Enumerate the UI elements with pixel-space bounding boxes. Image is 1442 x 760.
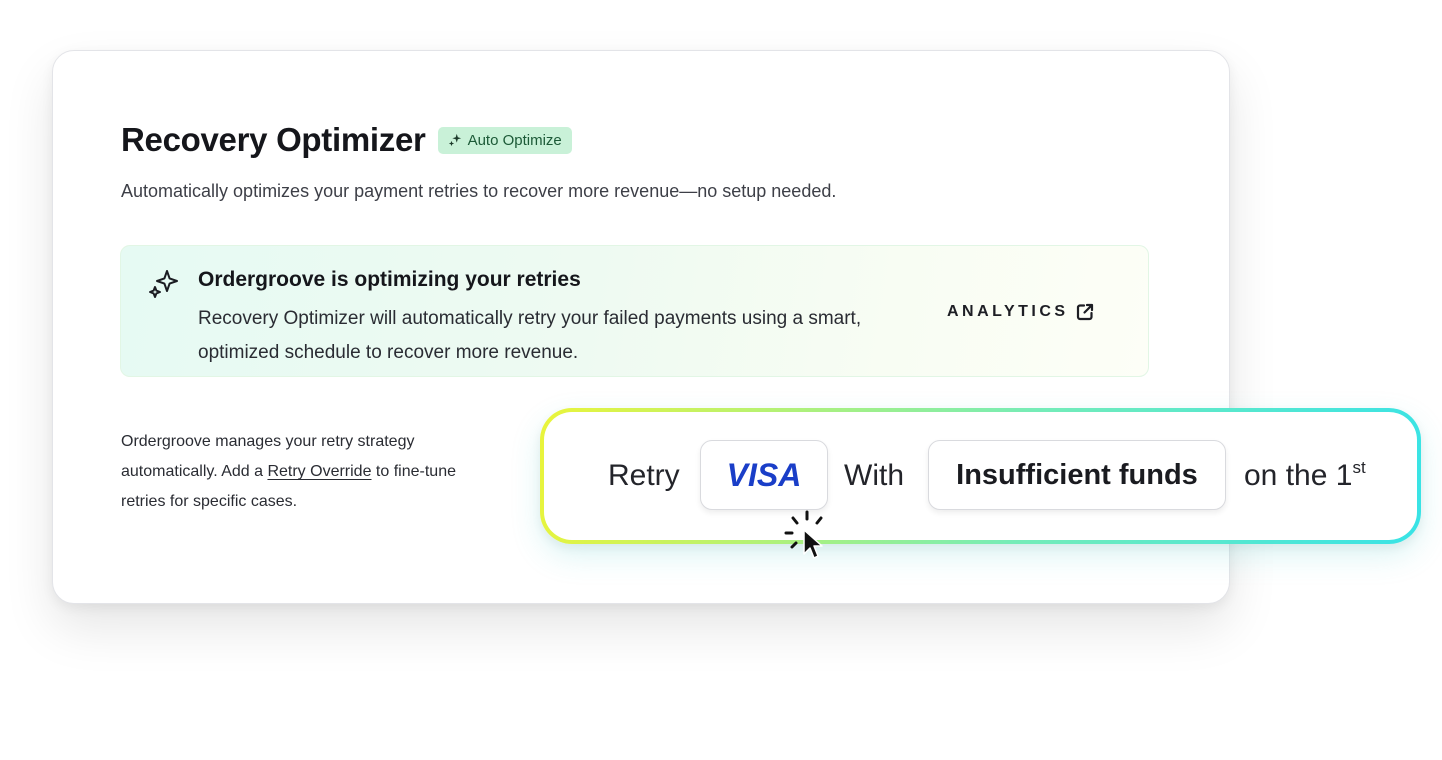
banner-title: Ordergroove is optimizing your retries <box>198 268 581 291</box>
banner-body: Recovery Optimizer will automatically re… <box>198 308 862 363</box>
schedule-label: on the 1st <box>1244 458 1366 493</box>
page-title: Recovery Optimizer <box>121 121 426 158</box>
external-link-icon <box>1076 303 1093 321</box>
retry-override-link[interactable]: Retry Override <box>267 463 371 480</box>
visa-logo: VISA <box>726 456 802 493</box>
sparkle-icon <box>448 133 461 147</box>
schedule-ordinal: st <box>1352 458 1366 477</box>
auto-optimize-badge: Auto Optimize <box>437 126 572 154</box>
page-subtitle: Automatically optimizes your payment ret… <box>121 181 837 201</box>
optimizing-banner: Ordergroove is optimizing your retries R… <box>120 245 1149 377</box>
retry-label: Retry <box>608 459 680 492</box>
card-brand-select[interactable]: VISA <box>700 440 828 510</box>
analytics-label: ANALYTICS <box>947 303 1069 320</box>
title-row: Recovery Optimizer Auto Optimize <box>121 121 572 159</box>
sparkles-icon <box>149 270 178 298</box>
override-note: Ordergroove manages your retry strategy … <box>121 427 501 517</box>
retry-rule-card: Retry VISA With Insufficient funds on th… <box>540 408 1421 544</box>
analytics-link[interactable]: ANALYTICS <box>947 302 1095 322</box>
badge-label: Auto Optimize <box>467 131 562 149</box>
with-label: With <box>844 459 904 492</box>
click-cursor-icon <box>784 510 823 559</box>
retry-rule-inner: Retry VISA With Insufficient funds on th… <box>544 412 1417 540</box>
decline-reason-value: Insufficient funds <box>956 458 1198 491</box>
decline-reason-select[interactable]: Insufficient funds <box>928 440 1226 510</box>
schedule-text: on the 1 <box>1244 459 1353 492</box>
